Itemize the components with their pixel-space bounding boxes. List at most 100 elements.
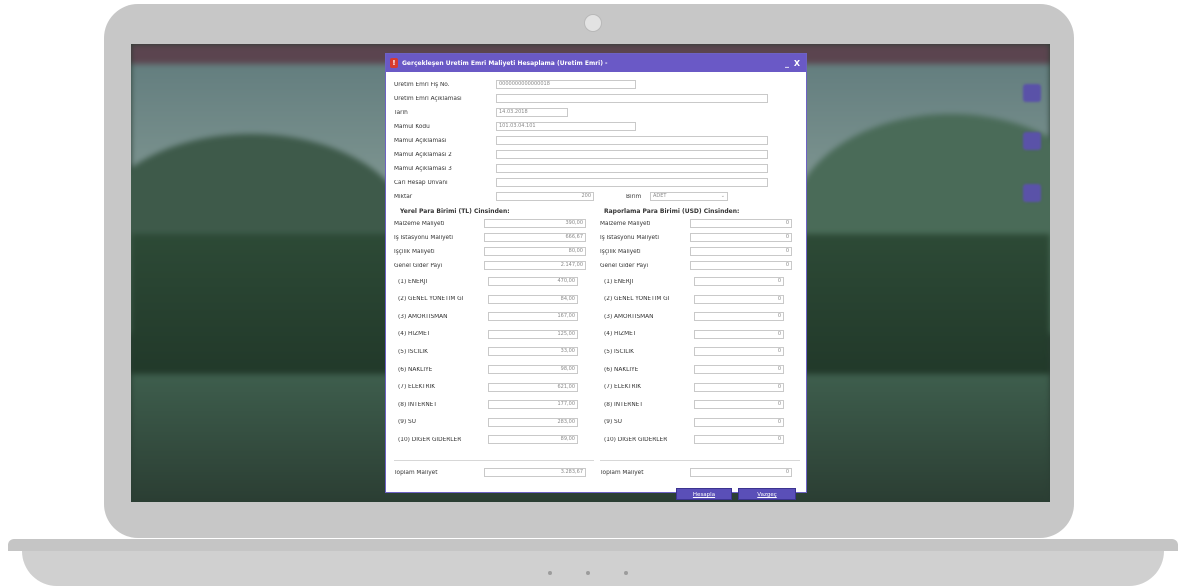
select-birim[interactable]: ADET ⌄ <box>650 192 728 201</box>
label-miktar: Miktar <box>394 193 413 200</box>
report-expense-label: (6) NAKLIYE <box>604 366 639 373</box>
local-cost-row: İş İstasyonu Maliyeti 666,67 <box>394 233 586 242</box>
local-expense-row: (4) HIZMET 125,00 <box>398 329 578 339</box>
cost-calculation-dialog: ! Gerçekleşen Üretim Emri Maliyeti Hesap… <box>385 53 807 500</box>
side-launcher-icon[interactable] <box>1023 84 1041 102</box>
input-mamul-aciklamasi[interactable] <box>496 136 768 145</box>
total-row-report: Toplam Maliyet 0 <box>600 468 792 477</box>
report-expense-row: (1) ENERJI 0 <box>604 277 784 286</box>
report-expense-label: (8) INTERNET <box>604 401 643 408</box>
divider <box>600 460 800 461</box>
local-expense-row: (9) SU 283,00 <box>398 417 578 427</box>
laptop-base-bottom <box>22 551 1164 586</box>
cancel-button[interactable]: Vazgeç <box>738 488 796 500</box>
report-expense-row: (3) AMORTISMAN 0 <box>604 312 784 322</box>
label-mamul-aciklamasi-2: Mamul Açıklaması 2 <box>394 151 452 158</box>
report-cost-row: Malzeme Maliyeti 0 <box>600 219 792 228</box>
field-row-aciklama: Üretim Emri Açıklaması <box>394 94 768 103</box>
chevron-down-icon: ⌄ <box>720 193 725 199</box>
label-cari-hesap: Cari Hesap Unvanı <box>394 179 448 186</box>
local-expense-value: 89,00 <box>488 435 578 445</box>
input-cari-hesap[interactable] <box>496 178 768 187</box>
report-cost-label: İş İstasyonu Maliyeti <box>600 234 659 241</box>
field-row-miktar: Miktar 200 <box>394 192 594 201</box>
report-expense-row: (6) NAKLIYE 0 <box>604 365 784 374</box>
field-row-mamul-kodu: Mamul Kodu 101.03.04.101 <box>394 122 636 131</box>
local-cost-label: İş İstasyonu Maliyeti <box>394 234 453 241</box>
input-fis-no[interactable]: 0000000000000018 <box>496 80 636 89</box>
local-cost-value: 390,00 <box>484 219 586 228</box>
report-expense-row: (5) ISCILIK 0 <box>604 347 784 357</box>
input-mamul-kodu[interactable]: 101.03.04.101 <box>496 122 636 131</box>
local-expense-value: 84,00 <box>488 294 578 304</box>
divider <box>394 460 594 461</box>
local-expense-label: (10) DIGER GIDERLER <box>398 436 462 443</box>
laptop-screen: ! Gerçekleşen Üretim Emri Maliyeti Hesap… <box>131 44 1050 502</box>
local-expense-label: (8) INTERNET <box>398 401 437 408</box>
input-tarih[interactable]: 14.03.2018 <box>496 108 568 117</box>
input-mamul-aciklamasi-3[interactable] <box>496 164 768 173</box>
calculate-button[interactable]: Hesapla <box>676 488 732 500</box>
dialog-titlebar[interactable]: ! Gerçekleşen Üretim Emri Maliyeti Hesap… <box>386 54 806 72</box>
report-expense-value: 0 <box>694 347 784 357</box>
report-expense-value: 0 <box>694 365 784 374</box>
field-row-mamul-aciklamasi: Mamul Açıklaması <box>394 136 768 145</box>
local-cost-label: İşçilik Maliyeti <box>394 248 435 255</box>
local-expense-row: (8) INTERNET 177,00 <box>398 400 578 410</box>
close-button[interactable]: X <box>792 59 802 68</box>
report-cost-value: 0 <box>690 261 792 270</box>
report-expense-row: (10) DIGER GIDERLER 0 <box>604 435 784 445</box>
local-expense-label: (3) AMORTISMAN <box>398 313 448 320</box>
report-cost-value: 0 <box>690 233 792 242</box>
report-cost-row: İşçilik Maliyeti 0 <box>600 247 792 256</box>
local-expense-label: (6) NAKLIYE <box>398 366 433 373</box>
report-currency-header: Raporlama Para Birimi (USD) Cinsinden: <box>604 208 740 215</box>
label-total-local: Toplam Maliyet <box>394 469 438 476</box>
report-expense-row: (8) INTERNET 0 <box>604 400 784 410</box>
field-row-cari-hesap: Cari Hesap Unvanı <box>394 178 768 187</box>
report-expense-value: 0 <box>694 435 784 445</box>
local-currency-header: Yerel Para Birimi (TL) Cinsinden: <box>400 208 510 215</box>
report-expense-label: (9) SU <box>604 419 622 426</box>
label-mamul-aciklamasi-3: Mamul Açıklaması 3 <box>394 165 452 172</box>
report-cost-row: İş İstasyonu Maliyeti 0 <box>600 233 792 242</box>
local-expense-value: 621,00 <box>488 382 578 392</box>
input-aciklama[interactable] <box>496 94 768 103</box>
report-expense-value: 0 <box>694 312 784 322</box>
local-expense-value: 167,00 <box>488 312 578 322</box>
side-launcher-icon[interactable] <box>1023 132 1041 150</box>
report-expense-label: (7) ELEKTRIK <box>604 384 642 391</box>
report-expense-label: (10) DIGER GIDERLER <box>604 436 668 443</box>
total-row-local: Toplam Maliyet 3.283,67 <box>394 468 586 477</box>
local-expense-row: (3) AMORTISMAN 167,00 <box>398 312 578 322</box>
local-cost-row: Malzeme Maliyeti 390,00 <box>394 219 586 228</box>
field-row-tarih: Tarih 14.03.2018 <box>394 108 568 117</box>
local-cost-value: 666,67 <box>484 233 586 242</box>
report-expense-value: 0 <box>694 400 784 410</box>
side-launcher-icon[interactable] <box>1023 184 1041 202</box>
local-expense-label: (2) GENEL YONETIM GI <box>398 296 464 303</box>
field-row-fis-no: Üretim Emri Fiş No. 0000000000000018 <box>394 80 636 89</box>
report-expense-value: 0 <box>694 329 784 339</box>
local-expense-row: (5) ISCILIK 33,00 <box>398 347 578 357</box>
local-expense-label: (7) ELEKTRIK <box>398 384 436 391</box>
local-expense-value: 177,00 <box>488 400 578 410</box>
input-mamul-aciklamasi-2[interactable] <box>496 150 768 159</box>
local-expense-row: (2) GENEL YONETIM GI 84,00 <box>398 294 578 304</box>
local-cost-label: Genel Gider Payı <box>394 262 443 269</box>
input-miktar[interactable]: 200 <box>496 192 594 201</box>
local-expense-value: 283,00 <box>488 417 578 427</box>
label-tarih: Tarih <box>394 109 408 116</box>
local-expense-label: (5) ISCILIK <box>398 348 428 355</box>
report-expense-label: (5) ISCILIK <box>604 348 634 355</box>
report-expense-label: (2) GENEL YONETIM GI <box>604 296 670 303</box>
report-expense-label: (1) ENERJI <box>604 278 634 285</box>
minimize-button[interactable]: _ <box>782 59 792 68</box>
local-expense-label: (9) SU <box>398 419 416 426</box>
report-expense-label: (3) AMORTISMAN <box>604 313 654 320</box>
label-aciklama: Üretim Emri Açıklaması <box>394 95 462 102</box>
local-expense-value: 125,00 <box>488 329 578 339</box>
report-cost-value: 0 <box>690 219 792 228</box>
dialog-title: Gerçekleşen Üretim Emri Maliyeti Hesapla… <box>402 59 608 67</box>
report-expense-row: (4) HIZMET 0 <box>604 329 784 339</box>
